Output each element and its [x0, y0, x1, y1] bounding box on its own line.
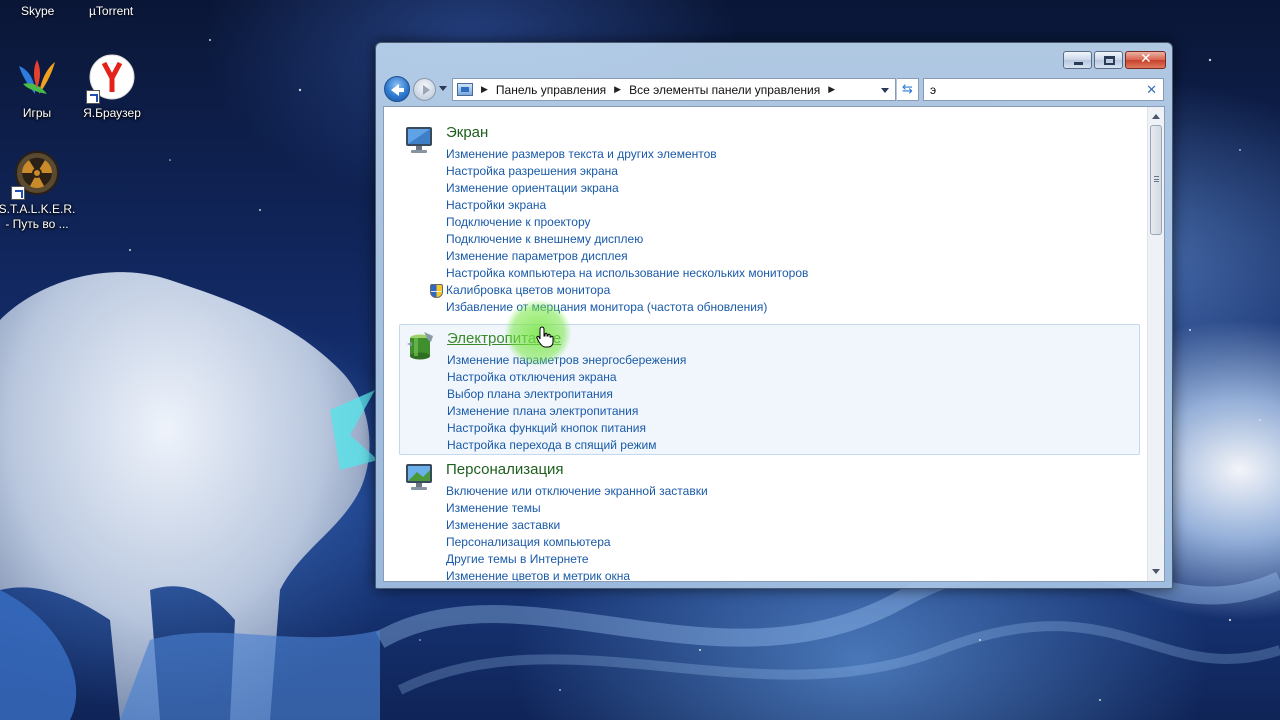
- task-link[interactable]: Изменение ориентации экрана: [446, 180, 808, 197]
- desktop-icon-games[interactable]: Игры: [0, 54, 77, 121]
- shortcut-arrow-icon: [86, 90, 100, 104]
- minimize-icon: [1074, 62, 1083, 65]
- task-link[interactable]: Изменение параметров дисплея: [446, 248, 808, 265]
- arrow-left-icon: [391, 84, 404, 96]
- breadcrumb-separator-icon[interactable]: ▶: [614, 84, 621, 95]
- task-link[interactable]: Изменение цветов и метрик окна: [446, 568, 708, 581]
- close-button[interactable]: ✕: [1125, 51, 1166, 69]
- grip-icon: [1154, 176, 1159, 182]
- shortcut-arrow-icon: [11, 186, 25, 200]
- task-link[interactable]: Изменение размеров текста и других элеме…: [446, 146, 808, 163]
- task-link[interactable]: Изменение темы: [446, 500, 708, 517]
- task-link[interactable]: Изменение плана электропитания: [447, 403, 686, 420]
- forward-button[interactable]: [413, 78, 436, 101]
- skype-label[interactable]: Skype: [21, 4, 54, 18]
- battery-icon: [407, 332, 433, 360]
- search-value: э: [930, 83, 937, 97]
- task-link[interactable]: Изменение заставки: [446, 517, 708, 534]
- result-group-display: Экран Изменение размеров текста и других…: [399, 119, 1140, 314]
- recent-pages-dropdown[interactable]: [439, 86, 447, 91]
- personalization-icon: [406, 464, 432, 490]
- search-results-pane: Экран Изменение размеров текста и других…: [383, 106, 1165, 582]
- scroll-down-icon[interactable]: [1152, 569, 1160, 574]
- power-options-title-link[interactable]: Электропитание: [447, 330, 561, 347]
- minimize-button[interactable]: [1063, 51, 1092, 69]
- scrollbar-thumb[interactable]: [1150, 125, 1162, 235]
- monitor-icon: [406, 127, 432, 153]
- task-link[interactable]: Выбор плана электропитания: [447, 386, 686, 403]
- utorrent-label[interactable]: µTorrent: [89, 4, 133, 18]
- power-options-task-list: Изменение параметров энергосбережения На…: [447, 352, 686, 454]
- display-task-list: Изменение размеров текста и других элеме…: [430, 146, 808, 316]
- wolf-wallpaper-image: [0, 272, 380, 720]
- task-link[interactable]: Настройки экрана: [446, 197, 808, 214]
- task-link[interactable]: Изменение параметров энергосбережения: [447, 352, 686, 369]
- search-input[interactable]: э ✕: [923, 78, 1164, 101]
- task-link[interactable]: Избавление от мерцания монитора (частота…: [446, 299, 808, 316]
- window-controls: ✕: [1063, 51, 1166, 69]
- task-link[interactable]: Настройка перехода в спящий режим: [447, 437, 686, 454]
- desktop-icon-yandex-browser[interactable]: Я.Браузер: [72, 54, 152, 121]
- task-link-label: Калибровка цветов монитора: [446, 283, 611, 297]
- task-link[interactable]: Настройка компьютера на использование не…: [446, 265, 808, 282]
- games-icon: [13, 54, 61, 102]
- back-button[interactable]: [384, 76, 410, 102]
- desktop-icon-label: Игры: [22, 106, 52, 120]
- task-link-admin[interactable]: Калибровка цветов монитора: [430, 282, 808, 299]
- navigation-bar: ▶ Панель управления ▶ Все элементы панел…: [384, 76, 1164, 102]
- result-group-power-options[interactable]: Электропитание Изменение параметров энер…: [399, 324, 1140, 455]
- task-link[interactable]: Другие темы в Интернете: [446, 551, 708, 568]
- desktop-icon-label: Я.Браузер: [83, 106, 141, 120]
- control-panel-icon: [457, 83, 473, 96]
- scroll-up-icon[interactable]: [1152, 114, 1160, 119]
- task-link[interactable]: Настройка отключения экрана: [447, 369, 686, 386]
- display-title-link[interactable]: Экран: [446, 124, 488, 141]
- task-link[interactable]: Включение или отключение экранной застав…: [446, 483, 708, 500]
- task-link[interactable]: Подключение к проектору: [446, 214, 808, 231]
- vertical-scrollbar[interactable]: [1147, 107, 1164, 581]
- yandex-browser-icon: [86, 54, 136, 104]
- uac-shield-icon: [430, 284, 443, 298]
- breadcrumb-control-panel[interactable]: Панель управления: [496, 83, 606, 97]
- maximize-icon: [1104, 56, 1115, 65]
- refresh-button[interactable]: ⇆: [897, 78, 919, 101]
- task-link[interactable]: Настройка разрешения экрана: [446, 163, 808, 180]
- desktop-icon-stalker[interactable]: S.T.A.L.K.E.R. - Путь во ...: [0, 150, 77, 232]
- refresh-icon: ⇆: [902, 82, 913, 97]
- clear-search-icon[interactable]: ✕: [1146, 82, 1157, 98]
- breadcrumb-separator-icon[interactable]: ▶: [481, 84, 488, 95]
- radiation-icon: [11, 150, 61, 200]
- breadcrumb-all-items[interactable]: Все элементы панели управления: [629, 83, 820, 97]
- task-link[interactable]: Персонализация компьютера: [446, 534, 708, 551]
- control-panel-window: ✕ ▶ Панель управления ▶ Все элементы пан…: [375, 42, 1173, 589]
- close-icon: ✕: [1140, 51, 1152, 67]
- breadcrumb-separator-icon[interactable]: ▶: [828, 84, 835, 95]
- personalization-task-list: Включение или отключение экранной застав…: [446, 483, 708, 581]
- maximize-button[interactable]: [1094, 51, 1123, 69]
- address-history-dropdown[interactable]: [881, 88, 889, 93]
- desktop-icon-label: S.T.A.L.K.E.R. - Путь во ...: [0, 202, 76, 231]
- task-link[interactable]: Настройка функций кнопок питания: [447, 420, 686, 437]
- personalization-title-link[interactable]: Персонализация: [446, 461, 564, 478]
- task-link[interactable]: Подключение к внешнему дисплею: [446, 231, 808, 248]
- arrow-right-icon: [423, 85, 430, 95]
- address-bar[interactable]: ▶ Панель управления ▶ Все элементы панел…: [452, 78, 896, 101]
- result-group-personalization: Персонализация Включение или отключение …: [399, 456, 1140, 581]
